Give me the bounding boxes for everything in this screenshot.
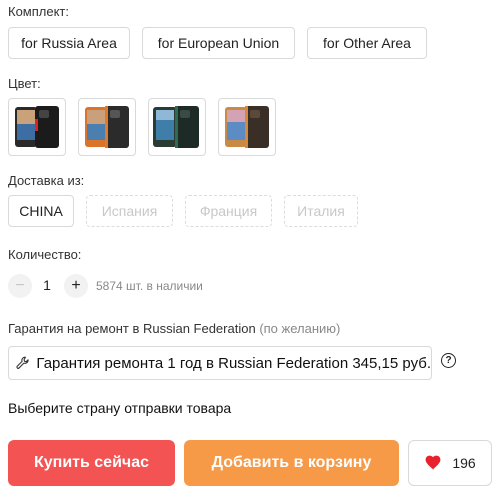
quantity-decrease-button[interactable]: −: [8, 274, 32, 298]
phone-orange-gold-image: [225, 106, 269, 148]
color-swatch-orange[interactable]: [78, 98, 136, 156]
ship-from-france: Франция: [185, 195, 272, 227]
warranty-label-text: Гарантия на ремонт в Russian Federation: [8, 321, 256, 336]
phone-green-image: [153, 106, 199, 148]
wishlist-button[interactable]: 196: [408, 440, 492, 486]
stock-count: 5874 шт. в наличии: [96, 279, 203, 293]
ship-from-china[interactable]: CHINA: [8, 195, 74, 227]
quantity-label: Количество:: [8, 247, 82, 262]
kit-label: Комплект:: [8, 4, 69, 19]
quantity-value[interactable]: 1: [40, 277, 54, 293]
color-swatch-green[interactable]: [148, 98, 206, 156]
shipping-label: Доставка из:: [8, 173, 85, 188]
color-label: Цвет:: [8, 76, 41, 91]
warranty-option-text: Гарантия ремонта 1 год в Russian Federat…: [36, 354, 431, 372]
buy-now-button[interactable]: Купить сейчас: [8, 440, 175, 486]
kit-option-eu[interactable]: for European Union: [142, 27, 295, 59]
phone-black-image: [15, 106, 59, 148]
kit-option-russia[interactable]: for Russia Area: [8, 27, 130, 59]
warranty-label: Гарантия на ремонт в Russian Federation …: [8, 321, 340, 336]
kit-option-other[interactable]: for Other Area: [307, 27, 427, 59]
add-to-cart-button[interactable]: Добавить в корзину: [184, 440, 399, 486]
wishlist-count: 196: [452, 455, 476, 471]
ship-from-italy: Италия: [284, 195, 358, 227]
color-swatch-orange-gold[interactable]: [218, 98, 276, 156]
color-swatch-black[interactable]: [8, 98, 66, 156]
warranty-option[interactable]: Гарантия ремонта 1 год в Russian Federat…: [8, 346, 432, 380]
phone-orange-image: [85, 106, 129, 148]
ship-from-spain: Испания: [86, 195, 173, 227]
help-icon[interactable]: ?: [441, 353, 456, 368]
choose-country-prompt: Выберите страну отправки товара: [8, 400, 232, 416]
quantity-increase-button[interactable]: +: [64, 274, 88, 298]
wrench-icon: [16, 356, 29, 369]
heart-icon: [425, 455, 441, 471]
warranty-optional-note: (по желанию): [259, 321, 341, 336]
